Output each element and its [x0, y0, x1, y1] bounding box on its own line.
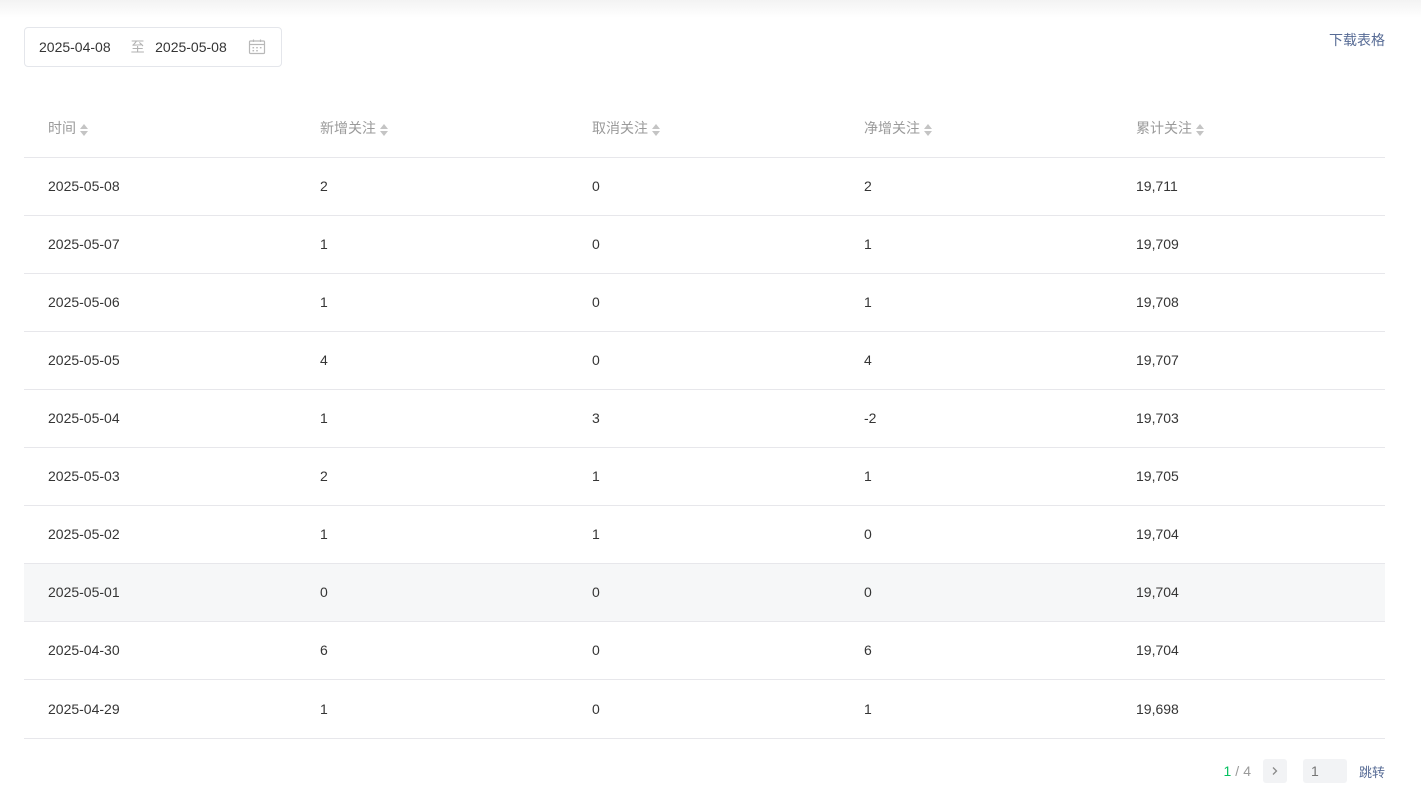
table-cell: 19,698	[1112, 679, 1385, 739]
table-cell: 2025-05-07	[24, 215, 296, 274]
sort-icon[interactable]	[923, 122, 933, 138]
top-shade	[0, 0, 1421, 18]
table-cell: 0	[568, 215, 840, 274]
date-separator: 至	[130, 39, 145, 55]
table-cell: 0	[296, 563, 568, 622]
table-cell: 3	[568, 389, 840, 448]
sort-icon[interactable]	[79, 122, 89, 138]
table-row: 2025-05-03 2 1 1 19,705	[24, 447, 1385, 506]
table-cell: 0	[840, 563, 1112, 622]
table-cell: 2025-05-05	[24, 331, 296, 390]
page-jump-input[interactable]	[1302, 759, 1347, 783]
column-header[interactable]: 取消关注	[568, 100, 840, 158]
table-cell: 0	[568, 563, 840, 622]
table-cell: 0	[568, 621, 840, 680]
table-row: 2025-05-08 2 0 2 19,711	[24, 157, 1385, 216]
column-header[interactable]: 累计关注	[1112, 100, 1385, 158]
page-separator: /	[1235, 763, 1240, 779]
current-page: 1	[1223, 763, 1232, 779]
table-cell: 0	[568, 157, 840, 216]
table-body: 2025-05-08 2 0 2 19,711 2025-05-07 1 0 1 19,709 20…	[24, 157, 1385, 739]
table-cell: 1	[840, 447, 1112, 506]
table-cell: 2025-05-08	[24, 157, 296, 216]
table-cell: 19,708	[1112, 273, 1385, 332]
sort-icon[interactable]	[651, 122, 661, 138]
table-cell: 4	[840, 331, 1112, 390]
table-cell: 1	[296, 505, 568, 564]
table-cell: 19,704	[1112, 621, 1385, 680]
table-cell: 19,707	[1112, 331, 1385, 390]
table-cell: 19,703	[1112, 389, 1385, 448]
table-cell: 2	[296, 447, 568, 506]
table-header-row: 时间 新增关注 取消关注 净增关注 累计关注	[24, 100, 1385, 158]
column-header[interactable]: 新增关注	[296, 100, 568, 158]
table-cell: 1	[568, 505, 840, 564]
column-header-label: 新增关注	[320, 120, 376, 137]
table-cell: 2025-05-02	[24, 505, 296, 564]
table-row: 2025-05-01 0 0 0 19,704	[24, 563, 1385, 622]
table-cell: 0	[568, 273, 840, 332]
column-header[interactable]: 时间	[24, 100, 296, 158]
table-row: 2025-04-30 6 0 6 19,704	[24, 621, 1385, 680]
table-cell: 2025-04-30	[24, 621, 296, 680]
table-cell: 2025-05-04	[24, 389, 296, 448]
column-header-label: 净增关注	[864, 120, 920, 137]
calendar-icon[interactable]	[247, 37, 267, 57]
sort-icon[interactable]	[1195, 122, 1205, 138]
date-range-picker[interactable]: 2025-04-08 至 2025-05-08	[24, 27, 282, 67]
table-cell: -2	[840, 389, 1112, 448]
table-cell: 1	[568, 447, 840, 506]
table-cell: 0	[840, 505, 1112, 564]
column-header-label: 时间	[48, 120, 76, 137]
table-cell: 1	[840, 679, 1112, 739]
column-header-label: 累计关注	[1136, 120, 1192, 137]
table-cell: 2025-05-03	[24, 447, 296, 506]
total-pages: 4	[1243, 763, 1251, 779]
table-row: 2025-05-07 1 0 1 19,709	[24, 215, 1385, 274]
pagination: 1 / 4 跳转	[1223, 759, 1385, 783]
table-cell: 19,711	[1112, 157, 1385, 216]
sort-icon[interactable]	[379, 122, 389, 138]
stats-table: 时间 新增关注 取消关注 净增关注 累计关注 2025-05-08 2 0 2 19,711 20…	[24, 100, 1385, 739]
table-cell: 19,704	[1112, 505, 1385, 564]
table-cell: 6	[840, 621, 1112, 680]
jump-button[interactable]: 跳转	[1359, 762, 1385, 781]
table-cell: 1	[296, 389, 568, 448]
column-header[interactable]: 净增关注	[840, 100, 1112, 158]
table-cell: 1	[296, 215, 568, 274]
table-row: 2025-05-04 1 3 -2 19,703	[24, 389, 1385, 448]
table-cell: 1	[840, 215, 1112, 274]
column-header-label: 取消关注	[592, 120, 648, 137]
table-cell: 0	[568, 679, 840, 739]
download-table-link[interactable]: 下载表格	[1329, 30, 1385, 50]
table-cell: 2025-05-01	[24, 563, 296, 622]
table-cell: 4	[296, 331, 568, 390]
start-date[interactable]: 2025-04-08	[39, 39, 120, 55]
end-date[interactable]: 2025-05-08	[155, 39, 241, 55]
table-cell: 2	[296, 157, 568, 216]
table-cell: 1	[296, 679, 568, 739]
table-cell: 2025-04-29	[24, 679, 296, 739]
table-row: 2025-05-02 1 1 0 19,704	[24, 505, 1385, 564]
table-cell: 2025-05-06	[24, 273, 296, 332]
chevron-right-icon	[1272, 767, 1278, 775]
table-row: 2025-05-05 4 0 4 19,707	[24, 331, 1385, 390]
next-page-button[interactable]	[1262, 759, 1287, 783]
table-cell: 1	[840, 273, 1112, 332]
table-cell: 19,709	[1112, 215, 1385, 274]
table-cell: 19,704	[1112, 563, 1385, 622]
table-cell: 2	[840, 157, 1112, 216]
table-cell: 6	[296, 621, 568, 680]
table-cell: 19,705	[1112, 447, 1385, 506]
table-row: 2025-05-06 1 0 1 19,708	[24, 273, 1385, 332]
table-row: 2025-04-29 1 0 1 19,698	[24, 679, 1385, 739]
table-cell: 0	[568, 331, 840, 390]
table-cell: 1	[296, 273, 568, 332]
